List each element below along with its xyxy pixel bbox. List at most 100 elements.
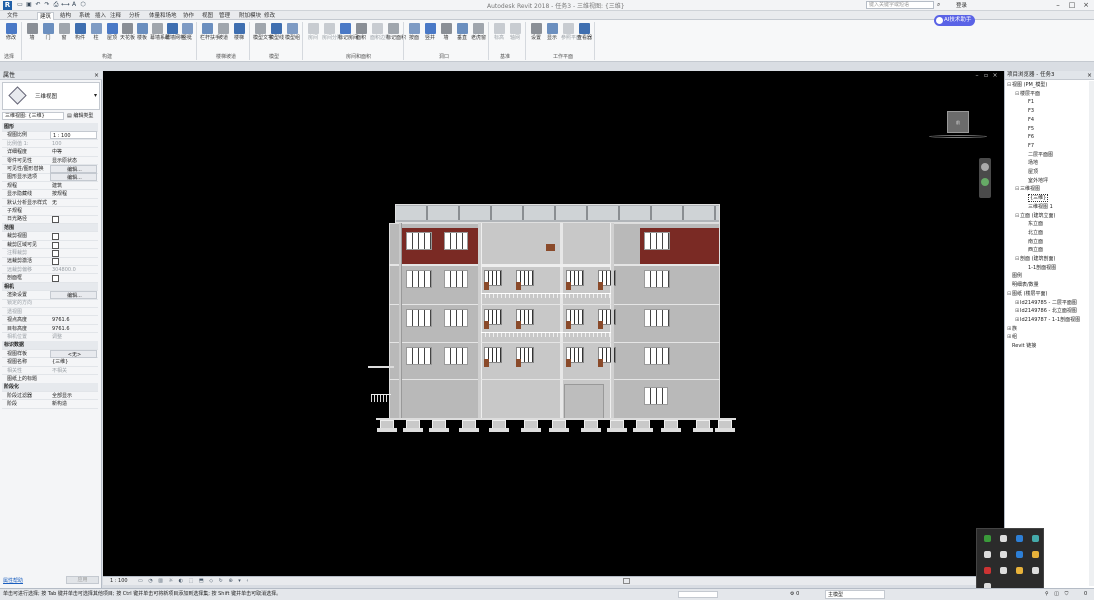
ref-plane-button[interactable]: 参照平面: [561, 23, 581, 41]
view-control-icons[interactable]: ▭ ◔ ▥ ☼ ◐ ⬚ ⬒ ◇ ↻ ⊕ ▾ ‹: [138, 577, 250, 585]
tag-room-button[interactable]: 标记房间: [338, 23, 358, 41]
apply-button[interactable]: 应用: [66, 576, 99, 584]
model-text-button[interactable]: 模型文字: [253, 23, 273, 41]
window-button[interactable]: 窗: [57, 23, 71, 41]
steering-wheel-icon[interactable]: [981, 163, 989, 171]
property-value[interactable]: [50, 299, 97, 307]
property-button[interactable]: 编辑...: [50, 291, 97, 299]
zoom-icon[interactable]: [981, 178, 989, 186]
property-row[interactable]: 视点高度 9761.6: [2, 316, 98, 325]
tray-app-icon[interactable]: [1000, 567, 1007, 574]
tray-app-icon[interactable]: [1000, 551, 1007, 558]
property-row[interactable]: 透视图: [2, 308, 98, 317]
property-row[interactable]: 剖面框: [2, 274, 98, 283]
mullion-button[interactable]: 竖梃: [180, 23, 194, 41]
ai-assistant-button[interactable]: AI技术助手: [934, 15, 975, 26]
property-value[interactable]: 无: [50, 199, 97, 207]
redo-icon[interactable]: ↷: [43, 1, 51, 9]
browser-node[interactable]: {三维}: [1023, 194, 1049, 203]
property-row[interactable]: 阶段过滤器 全部显示: [2, 392, 98, 401]
browser-node[interactable]: ⊞族: [1007, 326, 1017, 333]
view-close-icon[interactable]: ×: [992, 73, 998, 79]
property-checkbox[interactable]: [50, 274, 97, 282]
property-row[interactable]: 详细程度 中等: [2, 148, 98, 157]
tab-4[interactable]: 插入: [93, 12, 108, 20]
tab-8[interactable]: 协作: [181, 12, 196, 20]
railing-button[interactable]: 栏杆扶手: [200, 23, 220, 41]
property-row[interactable]: 远裁剪激活: [2, 257, 98, 266]
tab-5[interactable]: 注释: [108, 12, 123, 20]
roof-button[interactable]: 屋顶: [105, 23, 119, 41]
browser-node[interactable]: F3: [1023, 108, 1034, 115]
properties-close-icon[interactable]: ×: [94, 71, 99, 80]
workset-field[interactable]: [678, 591, 718, 598]
property-row[interactable]: 相关性 不相关: [2, 367, 98, 376]
property-value[interactable]: [50, 207, 97, 215]
browser-node[interactable]: F7: [1023, 143, 1034, 150]
curtain-system-button[interactable]: 幕墙系统: [150, 23, 170, 41]
column-button[interactable]: 柱: [89, 23, 103, 41]
property-row[interactable]: 视图比例 1 : 100: [2, 131, 98, 140]
tray-app-icon[interactable]: [1032, 567, 1039, 574]
shaft-button[interactable]: 竖井: [423, 23, 437, 41]
browser-close-icon[interactable]: ×: [1087, 71, 1092, 80]
view-restore-icon[interactable]: ▫: [983, 73, 989, 79]
navigation-bar[interactable]: [979, 158, 991, 198]
property-button[interactable]: 编辑...: [50, 173, 97, 182]
browser-node[interactable]: ⊟立面 (建筑立面): [1015, 213, 1056, 220]
property-row[interactable]: 目标高度 9761.6: [2, 325, 98, 334]
browser-node[interactable]: 明细表/数量: [1007, 282, 1039, 289]
tray-app-icon[interactable]: [1032, 535, 1039, 542]
property-value[interactable]: 304800.0: [50, 266, 97, 274]
ceiling-button[interactable]: 天花板: [120, 23, 135, 41]
tag-area-button[interactable]: 标记面积: [386, 23, 406, 41]
browser-node[interactable]: 场地: [1023, 160, 1038, 167]
property-value[interactable]: 显示原状态: [50, 157, 97, 165]
open-icon[interactable]: ▭: [16, 1, 24, 9]
level-button[interactable]: 标高: [492, 23, 506, 41]
property-row[interactable]: 裁剪区域可见: [2, 241, 98, 250]
search-icon[interactable]: ⌕: [937, 1, 940, 9]
browser-node[interactable]: ⊟图纸 (楼层平面): [1007, 291, 1048, 298]
browser-node[interactable]: F4: [1023, 117, 1034, 124]
browser-node[interactable]: Revit 链接: [1007, 343, 1036, 350]
property-row[interactable]: 默认分析显示样式无: [2, 199, 98, 208]
3d-viewport[interactable]: – ▫ × 前: [103, 71, 1004, 576]
design-option-select[interactable]: 主模型: [825, 590, 885, 599]
browser-node[interactable]: 屋顶: [1023, 169, 1038, 176]
browser-node[interactable]: F1: [1023, 99, 1034, 106]
dormer-button[interactable]: 老虎窗: [471, 23, 486, 41]
property-row[interactable]: 注释裁剪: [2, 249, 98, 258]
tab-6[interactable]: 分析: [127, 12, 142, 20]
browser-node[interactable]: ⊞组: [1007, 334, 1017, 341]
show-button[interactable]: 显示: [545, 23, 559, 41]
editing-requests-icon[interactable]: ⚙ 0: [790, 589, 799, 600]
save-icon[interactable]: ▣: [25, 1, 33, 9]
property-value[interactable]: 不相关: [50, 367, 97, 375]
property-row[interactable]: 裁剪视图: [2, 232, 98, 241]
search-input[interactable]: 键入关键字或短语: [866, 1, 934, 9]
tray-app-icon[interactable]: [1016, 567, 1023, 574]
tab-12[interactable]: 修改: [262, 12, 277, 20]
property-button[interactable]: 编辑...: [50, 165, 97, 173]
browser-node[interactable]: 图例: [1007, 273, 1022, 280]
property-row[interactable]: 阶段 新构造: [2, 400, 98, 409]
property-value[interactable]: [50, 375, 97, 383]
property-row[interactable]: 远裁剪偏移 304800.0: [2, 266, 98, 275]
viewer-button[interactable]: 查看器: [577, 23, 592, 41]
browser-node[interactable]: 三维视图 1: [1023, 204, 1053, 211]
property-value[interactable]: 全部显示: [50, 392, 97, 400]
browser-node[interactable]: 室外地坪: [1023, 178, 1048, 185]
browser-node[interactable]: ⊞Id2149785 - 二层平面图: [1015, 300, 1077, 307]
stair-button[interactable]: 楼梯: [232, 23, 246, 41]
login-link[interactable]: 登录: [956, 1, 967, 9]
print-icon[interactable]: ⎙: [52, 1, 60, 9]
view-instance-select[interactable]: 三维视图: {三维}: [2, 112, 64, 120]
property-row[interactable]: 零件可见性 显示原状态: [2, 157, 98, 166]
property-row[interactable]: 比例值 1: 100: [2, 140, 98, 149]
property-row[interactable]: 可见性/图形替换 编辑...: [2, 165, 98, 174]
property-row[interactable]: 规程 建筑: [2, 182, 98, 191]
property-value[interactable]: 1 : 100: [50, 131, 97, 140]
area-boundary-button[interactable]: 面积边界: [370, 23, 390, 41]
browser-node[interactable]: 西立面: [1023, 247, 1043, 254]
